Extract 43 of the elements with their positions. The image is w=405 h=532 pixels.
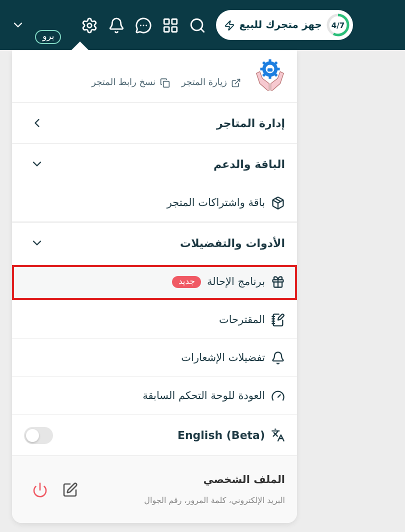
gift-icon bbox=[271, 275, 285, 289]
setup-label: جهز متجرك للبيع bbox=[239, 20, 322, 30]
item-label: العودة للوحة التحكم السابقة bbox=[142, 390, 265, 402]
edit-icon[interactable] bbox=[62, 482, 78, 498]
bell-icon[interactable] bbox=[108, 16, 126, 34]
profile-subtitle: البريد الإلكتروني، كلمة المرور، رقم الجوال bbox=[144, 496, 285, 505]
menu-section[interactable]: إدارة المتاجر bbox=[12, 103, 297, 143]
item-label: تفضيلات الإشعارات bbox=[181, 352, 265, 364]
menu-item[interactable]: برنامج الإحالة جديد bbox=[12, 265, 297, 300]
item-label: باقة واشتراكات المتجر bbox=[166, 196, 265, 208]
menu-item[interactable]: العودة للوحة التحكم السابقة bbox=[12, 377, 297, 415]
settings-icon[interactable] bbox=[81, 16, 98, 34]
menu-section[interactable]: الأدوات والتفضيلات bbox=[12, 223, 297, 263]
store-link[interactable]: نسخ رابط المتجر bbox=[92, 78, 170, 88]
section-title: الباقة والدعم bbox=[214, 158, 285, 170]
store-link[interactable]: زيارة المتجر bbox=[182, 78, 241, 88]
menu-item[interactable]: تفضيلات الإشعارات bbox=[12, 339, 297, 377]
logo-drawing bbox=[253, 58, 287, 92]
new-badge: جديد bbox=[172, 276, 201, 288]
lightning-icon bbox=[224, 20, 236, 30]
language-toggle[interactable] bbox=[24, 426, 53, 444]
package-icon bbox=[271, 196, 285, 210]
menu-item[interactable]: باقة واشتراكات المتجر bbox=[12, 184, 297, 222]
note-edit-icon bbox=[271, 312, 285, 326]
search-icon[interactable] bbox=[189, 16, 206, 34]
power-icon[interactable] bbox=[32, 482, 48, 498]
profile-title: الملف الشخصي bbox=[202, 474, 285, 486]
menu-section[interactable]: الباقة والدعم bbox=[12, 144, 297, 184]
item-label: برنامج الإحالة bbox=[206, 276, 265, 288]
plan-badge: برو bbox=[35, 30, 62, 44]
copy-icon bbox=[160, 78, 170, 88]
translate-icon bbox=[271, 428, 285, 442]
progress-ring bbox=[326, 13, 350, 37]
bell-icon bbox=[271, 350, 285, 364]
item-label: المقترحات bbox=[218, 314, 265, 326]
menu-item[interactable]: المقترحات bbox=[12, 301, 297, 339]
section-title: الأدوات والتفضيلات bbox=[180, 236, 285, 250]
grid-icon[interactable] bbox=[162, 16, 180, 34]
section-title: إدارة المتاجر bbox=[216, 116, 285, 130]
language-label: English (Beta) bbox=[177, 428, 265, 442]
gauge-icon bbox=[271, 388, 285, 402]
chat-icon[interactable] bbox=[135, 16, 152, 34]
external-link-icon bbox=[231, 78, 241, 88]
